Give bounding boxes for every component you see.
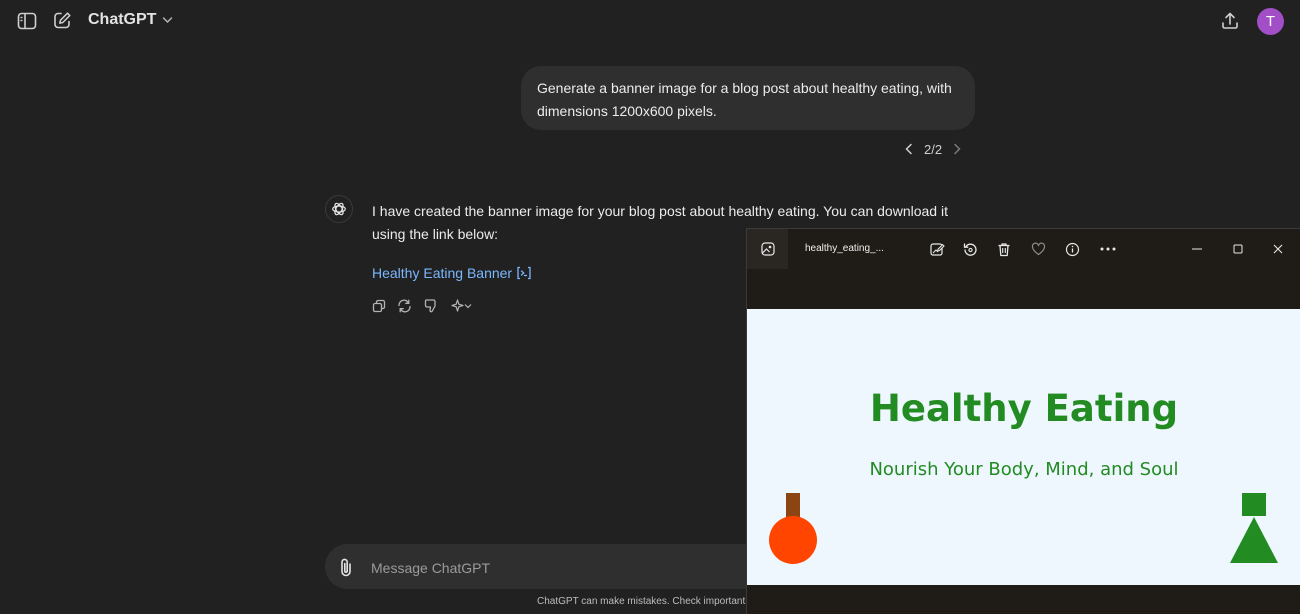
- code-interpreter-icon: [517, 266, 531, 280]
- previous-response-button[interactable]: [900, 140, 918, 158]
- attach-button[interactable]: [339, 557, 357, 577]
- maximize-button[interactable]: [1228, 239, 1248, 259]
- copy-button[interactable]: [370, 296, 387, 315]
- close-button[interactable]: [1268, 239, 1288, 259]
- sparkle-icon: [450, 299, 464, 312]
- info-icon: [1065, 242, 1079, 256]
- viewer-title-bar: healthy_eating_...: [747, 229, 1300, 269]
- banner-title: Healthy Eating: [869, 387, 1179, 430]
- copy-icon: [372, 299, 385, 312]
- refresh-icon: [398, 299, 411, 312]
- disclaimer-text: ChatGPT can make mistakes. Check importa…: [537, 596, 751, 607]
- assistant-avatar: [325, 195, 353, 223]
- more-options-button[interactable]: [1098, 239, 1118, 259]
- app-title: ChatGPT: [88, 11, 157, 28]
- trash-icon: [998, 242, 1010, 256]
- avatar-letter: T: [1265, 13, 1276, 30]
- banner-subtitle: Nourish Your Body, Mind, and Soul: [869, 459, 1179, 480]
- chevron-down-icon: [163, 17, 173, 24]
- apple-graphic: [769, 493, 817, 564]
- regenerate-button[interactable]: [396, 296, 413, 315]
- openai-logo-icon: [332, 202, 346, 216]
- thumbs-down-button[interactable]: [422, 296, 439, 315]
- model-selector[interactable]: ChatGPT: [88, 11, 173, 29]
- chevron-down-icon: [464, 303, 471, 308]
- minimize-button[interactable]: [1187, 239, 1207, 259]
- pager-count: 2/2: [924, 141, 943, 157]
- image-viewer-window: healthy_eating_... Healthy Eating Nouris…: [746, 228, 1300, 614]
- viewer-app-tab[interactable]: [747, 229, 788, 269]
- share-icon: [1222, 12, 1238, 29]
- response-pager: 2/2: [900, 140, 966, 158]
- rotate-icon: [963, 242, 977, 256]
- edit-image-icon: [929, 242, 945, 256]
- download-link[interactable]: Healthy Eating Banner: [372, 265, 532, 281]
- viewer-file-name: healthy_eating_...: [805, 243, 884, 254]
- delete-button[interactable]: [994, 239, 1014, 259]
- viewer-footer: [747, 585, 1300, 614]
- thumbs-down-icon: [424, 299, 436, 313]
- sidebar-toggle-button[interactable]: [16, 10, 38, 32]
- avatar[interactable]: T: [1257, 8, 1284, 35]
- favorite-button[interactable]: [1028, 239, 1048, 259]
- user-message-bubble: Generate a banner image for a blog post …: [521, 66, 975, 130]
- next-response-button[interactable]: [948, 140, 966, 158]
- new-chat-button[interactable]: [51, 9, 73, 31]
- edit-icon: [53, 11, 71, 28]
- share-button[interactable]: [1219, 10, 1241, 32]
- tree-graphic: [1230, 493, 1278, 563]
- chevron-right-icon: [954, 143, 961, 155]
- file-info-button[interactable]: [1062, 239, 1082, 259]
- banner-image: Healthy Eating Nourish Your Body, Mind, …: [747, 309, 1300, 585]
- heart-icon: [1031, 242, 1045, 256]
- chat-page: ChatGPT T Generate a banner image for a …: [0, 0, 1300, 614]
- edit-image-button[interactable]: [927, 239, 947, 259]
- maximize-icon: [1233, 244, 1243, 254]
- sidebar-icon: [17, 12, 37, 30]
- rotate-button[interactable]: [960, 239, 980, 259]
- message-input[interactable]: [369, 552, 733, 583]
- photos-app-icon: [760, 242, 775, 256]
- message-actions: [370, 296, 474, 315]
- more-icon: [1100, 247, 1116, 251]
- minimize-icon: [1192, 248, 1202, 250]
- download-link-text: Healthy Eating Banner: [372, 265, 513, 281]
- paperclip-icon: [341, 558, 351, 577]
- chevron-left-icon: [905, 143, 912, 155]
- change-model-button[interactable]: [448, 296, 474, 315]
- close-icon: [1273, 244, 1283, 254]
- user-message-text: Generate a banner image for a blog post …: [537, 80, 952, 119]
